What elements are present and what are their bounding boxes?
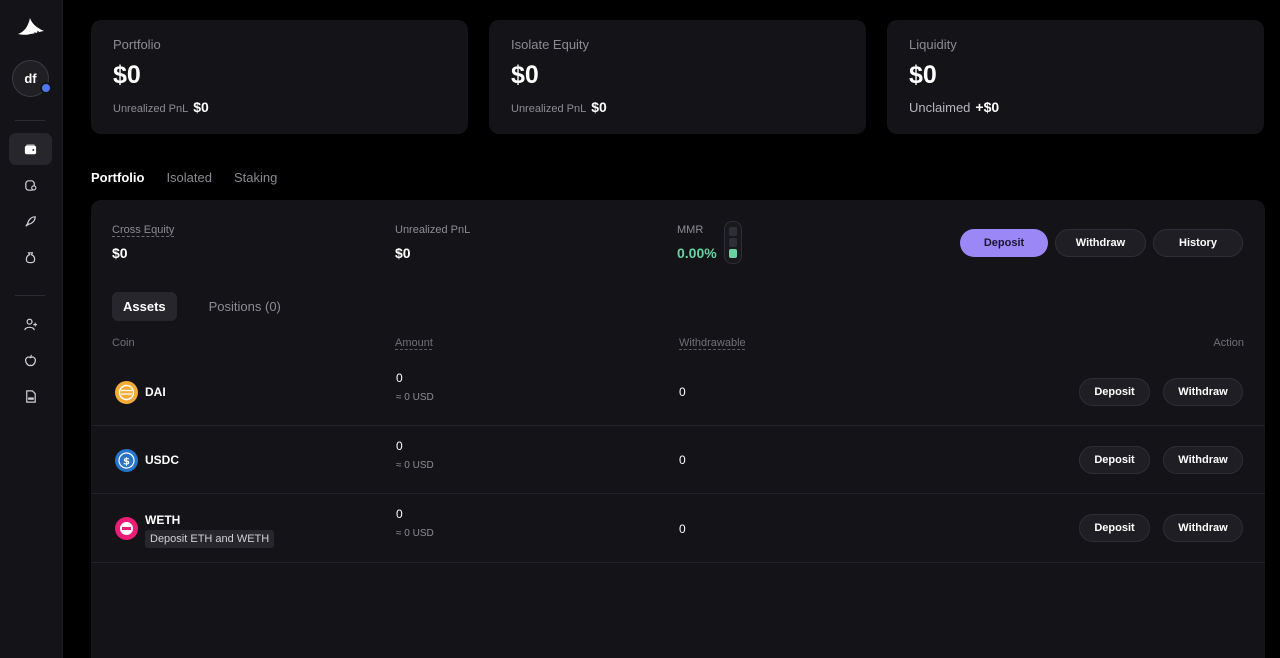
deposit-button[interactable]: Deposit: [960, 229, 1048, 257]
document-icon: [26, 389, 36, 403]
usdc-icon: $: [115, 449, 138, 472]
isolate-equity-card: Isolate Equity $0 Unrealized PnL $0: [489, 20, 866, 134]
unrealized-pnl-label: Unrealized PnL: [395, 224, 471, 236]
history-button[interactable]: History: [1153, 229, 1243, 257]
tab-isolated[interactable]: Isolated: [166, 170, 212, 185]
card-sub: Unrealized PnL $0: [113, 99, 446, 115]
row-withdraw-button[interactable]: Withdraw: [1163, 378, 1243, 406]
card-sub-value: $0: [591, 99, 607, 115]
row-deposit-button[interactable]: Deposit: [1079, 378, 1150, 406]
mmr-gauge-segment: [729, 249, 737, 258]
card-value: $0: [909, 61, 937, 89]
withdrawable-value: 0: [679, 453, 686, 467]
card-sub-label: Unrealized PnL: [511, 103, 587, 115]
withdraw-button[interactable]: Withdraw: [1055, 229, 1146, 257]
portfolio-card: Portfolio $0 Unrealized PnL $0: [91, 20, 468, 134]
tab-portfolio[interactable]: Portfolio: [91, 170, 144, 185]
svg-text:$: $: [123, 457, 130, 468]
table-row: WETH Deposit ETH and WETH 0 ≈ 0 USD 0 De…: [91, 494, 1265, 563]
nav-item-docs[interactable]: [9, 380, 52, 412]
row-withdraw-button[interactable]: Withdraw: [1163, 446, 1243, 474]
amount-value: 0: [396, 507, 403, 521]
card-sub-label: Unrealized PnL: [113, 103, 189, 115]
coin-name: DAI: [145, 385, 166, 399]
coin-name: WETH: [145, 513, 181, 527]
column-header-amount[interactable]: Amount: [395, 337, 433, 349]
asset-tabs: Assets Positions (0): [112, 292, 292, 321]
add-user-icon: [24, 318, 38, 330]
dai-icon: [115, 381, 138, 404]
column-header-coin: Coin: [112, 337, 135, 349]
row-withdraw-button[interactable]: Withdraw: [1163, 514, 1243, 542]
unrealized-pnl-value: $0: [395, 245, 411, 261]
amount-usd: ≈ 0 USD: [396, 528, 434, 539]
mmr-label: MMR: [677, 224, 704, 236]
portfolio-panel: Cross Equity $0 Unrealized PnL $0 MMR 0.…: [91, 200, 1265, 658]
withdrawable-value: 0: [679, 522, 686, 536]
sidebar: df: [0, 0, 63, 658]
row-deposit-button[interactable]: Deposit: [1079, 514, 1150, 542]
apple-icon: [25, 354, 36, 366]
mmr-gauge-segment: [729, 227, 737, 236]
cross-equity-label[interactable]: Cross Equity: [112, 224, 174, 236]
cross-equity-stat: Cross Equity $0: [112, 224, 174, 261]
card-title: Isolate Equity: [511, 37, 590, 52]
card-sub-value: +$0: [975, 99, 1000, 115]
tab-staking[interactable]: Staking: [234, 170, 277, 185]
unrealized-pnl-stat: Unrealized PnL $0: [395, 224, 470, 261]
nav-item-invite[interactable]: [9, 308, 52, 340]
cross-equity-value: $0: [112, 245, 128, 261]
row-deposit-button[interactable]: Deposit: [1079, 446, 1150, 474]
amount-value: 0: [396, 371, 403, 385]
card-title: Liquidity: [909, 37, 957, 52]
sidebar-divider: [15, 120, 45, 121]
coin-bag-icon: [25, 179, 37, 191]
amount-value: 0: [396, 439, 403, 453]
nav-item-coins[interactable]: [9, 169, 52, 201]
card-sub: Unclaimed +$0: [909, 99, 1242, 115]
tab-assets[interactable]: Assets: [112, 292, 177, 321]
coin-name: USDC: [145, 453, 180, 467]
rocket-icon: [25, 215, 36, 227]
wallet-icon: [24, 143, 37, 154]
card-sub-label: Unclaimed: [909, 100, 971, 115]
card-title: Portfolio: [113, 37, 161, 52]
card-value: $0: [511, 61, 539, 89]
column-header-action: Action: [1213, 337, 1244, 349]
nav-item-apple[interactable]: [9, 344, 52, 376]
liquidity-card: Liquidity $0 Unclaimed +$0: [887, 20, 1264, 134]
card-sub-value: $0: [193, 99, 209, 115]
amount-usd: ≈ 0 USD: [396, 392, 434, 403]
mmr-gauge-segment: [729, 238, 737, 247]
card-sub: Unrealized PnL $0: [511, 99, 844, 115]
weth-icon: [115, 517, 138, 540]
money-bag-icon: [25, 251, 36, 263]
withdrawable-value: 0: [679, 385, 686, 399]
mmr-stat: MMR 0.00%: [677, 224, 717, 261]
avatar[interactable]: df: [12, 60, 52, 97]
column-header-withdrawable[interactable]: Withdrawable: [679, 337, 746, 349]
portfolio-tabs: Portfolio Isolated Staking: [91, 170, 277, 185]
amount-usd: ≈ 0 USD: [396, 460, 434, 471]
coin-note-badge: Deposit ETH and WETH: [145, 530, 275, 548]
mmr-gauge: [724, 221, 742, 264]
card-value: $0: [113, 61, 141, 89]
shark-logo-icon[interactable]: [16, 15, 46, 39]
sidebar-divider: [15, 295, 45, 296]
mmr-value: 0.00%: [677, 245, 717, 261]
network-badge-icon: [40, 82, 52, 94]
nav-item-launch[interactable]: [9, 205, 52, 237]
nav-item-rewards[interactable]: [9, 241, 52, 273]
nav-item-wallet[interactable]: [9, 133, 52, 165]
table-row: DAI 0 ≈ 0 USD 0 Deposit Withdraw: [91, 358, 1265, 426]
table-row: $ USDC 0 ≈ 0 USD 0 Deposit Withdraw: [91, 426, 1265, 494]
avatar-initials: df: [24, 71, 37, 86]
tab-positions[interactable]: Positions (0): [198, 292, 292, 321]
